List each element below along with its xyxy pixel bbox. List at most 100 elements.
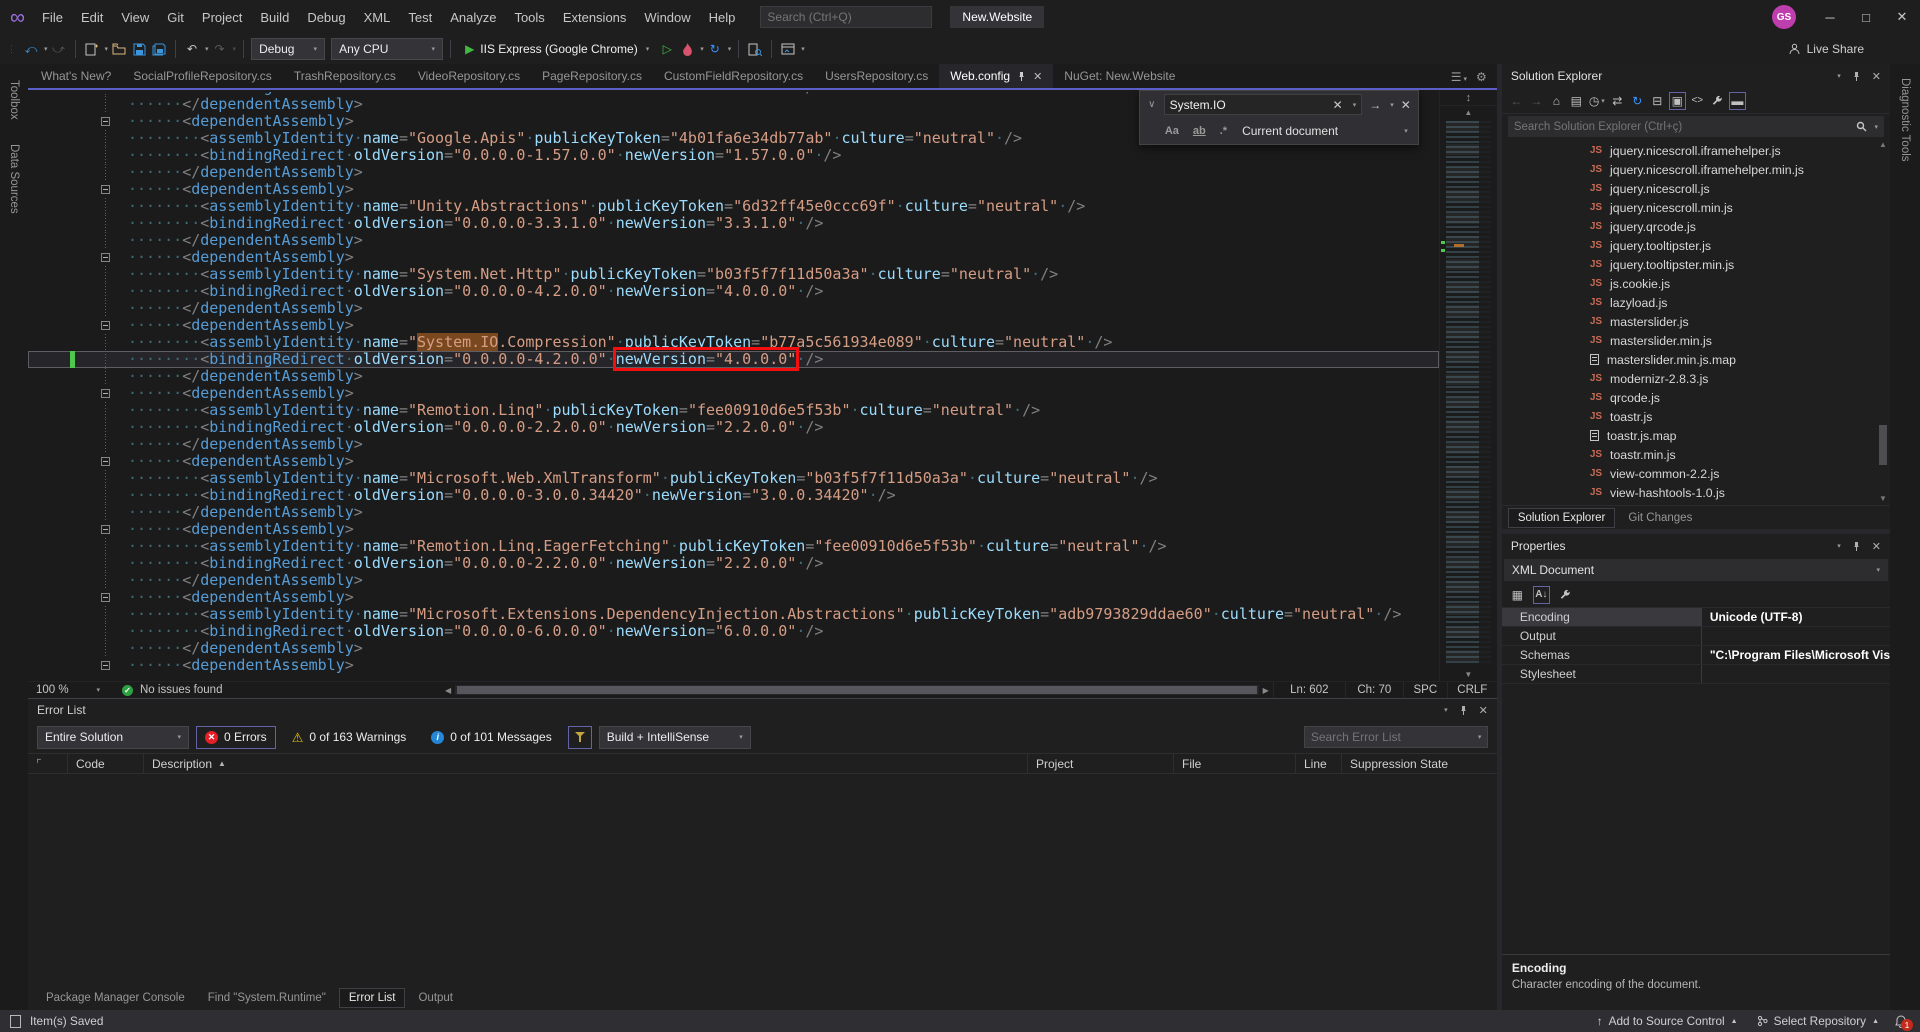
property-row-schemas[interactable]: Schemas"C:\Program Files\Microsoft Vis bbox=[1502, 646, 1890, 665]
code-line[interactable]: ········<bindingRedirect·oldVersion="0.0… bbox=[28, 487, 1439, 504]
column-header-suppression-state[interactable]: Suppression State bbox=[1342, 754, 1497, 773]
side-tab-data-sources[interactable]: Data Sources bbox=[8, 134, 20, 224]
menu-edit[interactable]: Edit bbox=[72, 7, 112, 28]
find-input-box[interactable]: ✕ ▾ bbox=[1164, 94, 1363, 115]
spaces-indicator[interactable]: SPC bbox=[1403, 682, 1447, 698]
properties-titlebar[interactable]: Properties ▾ ✕ bbox=[1502, 534, 1890, 558]
menu-debug[interactable]: Debug bbox=[298, 7, 354, 28]
hscroll-thumb[interactable] bbox=[457, 686, 1257, 694]
minimap-content[interactable] bbox=[1446, 121, 1491, 666]
warnings-filter-button[interactable]: ⚠ 0 of 163 Warnings bbox=[283, 726, 416, 749]
panel-tab-package-manager-console[interactable]: Package Manager Console bbox=[36, 988, 195, 1008]
solution-configuration-dropdown[interactable]: Debug▾ bbox=[251, 38, 325, 60]
scroll-down-icon[interactable]: ▼ bbox=[1876, 494, 1890, 503]
alphabetical-sort-icon[interactable]: A↓ bbox=[1533, 586, 1550, 604]
property-value[interactable]: "C:\Program Files\Microsoft Vis bbox=[1702, 646, 1890, 664]
menu-build[interactable]: Build bbox=[251, 7, 298, 28]
tree-item-lazyload-js[interactable]: JSlazyload.js bbox=[1502, 293, 1890, 312]
code-line[interactable]: ········<bindingRedirect·oldVersion="0.0… bbox=[28, 419, 1439, 436]
code-line[interactable]: ······<dependentAssembly> bbox=[28, 317, 1439, 334]
tree-item-jquery-nicescroll-iframehelper-min-js[interactable]: JSjquery.nicescroll.iframehelper.min.js bbox=[1502, 160, 1890, 179]
solution-search-input[interactable] bbox=[1514, 121, 1852, 133]
scroll-down-icon[interactable]: ▼ bbox=[1440, 668, 1497, 681]
tree-item-modernizr-2-8-3-js[interactable]: JSmodernizr-2.8.3.js bbox=[1502, 369, 1890, 388]
tree-item-js-cookie-js[interactable]: JSjs.cookie.js bbox=[1502, 274, 1890, 293]
home-icon[interactable]: ⌂ bbox=[1548, 92, 1565, 110]
save-icon[interactable] bbox=[130, 38, 148, 60]
close-panel-icon[interactable]: ✕ bbox=[1872, 540, 1881, 553]
tree-item-toastr-min-js[interactable]: JStoastr.min.js bbox=[1502, 445, 1890, 464]
messages-filter-button[interactable]: i 0 of 101 Messages bbox=[422, 726, 560, 749]
close-find-icon[interactable]: ✕ bbox=[1398, 98, 1414, 112]
code-line[interactable]: ········<assemblyIdentity·name="Microsof… bbox=[28, 606, 1439, 623]
property-value[interactable] bbox=[1702, 627, 1890, 645]
se-tab-solution-explorer[interactable]: Solution Explorer bbox=[1508, 508, 1616, 528]
match-case-toggle[interactable]: Aa bbox=[1160, 125, 1184, 137]
find-input[interactable] bbox=[1170, 98, 1325, 112]
code-line[interactable]: ········<assemblyIdentity·name="Remotion… bbox=[28, 538, 1439, 555]
code-line[interactable]: ········<assemblyIdentity·name="System.I… bbox=[28, 334, 1439, 351]
code-line[interactable]: ········<assemblyIdentity·name="System.N… bbox=[28, 266, 1439, 283]
quick-search-box[interactable] bbox=[760, 6, 932, 28]
close-panel-icon[interactable]: ✕ bbox=[1479, 704, 1488, 717]
split-editor-handle[interactable]: ↕ bbox=[1440, 90, 1497, 106]
code-line[interactable]: ······</dependentAssembly> bbox=[28, 164, 1439, 181]
clear-find-icon[interactable]: ✕ bbox=[1330, 98, 1346, 112]
solution-search-box[interactable]: ▾ bbox=[1508, 116, 1884, 137]
solution-platform-dropdown[interactable]: Any CPU▾ bbox=[331, 38, 443, 60]
regex-toggle[interactable]: .* bbox=[1215, 125, 1232, 137]
tab-trashrepository-cs[interactable]: TrashRepository.cs bbox=[283, 64, 407, 88]
navigate-back-icon[interactable]: ⤺ bbox=[22, 38, 40, 60]
tab-videorepository-cs[interactable]: VideoRepository.cs bbox=[407, 64, 531, 88]
view-code-icon[interactable]: <> bbox=[1689, 92, 1706, 110]
fold-collapse-icon[interactable] bbox=[94, 181, 116, 198]
code-line[interactable]: ······<dependentAssembly> bbox=[28, 181, 1439, 198]
severity-column-header[interactable]: ⌜ bbox=[28, 754, 68, 773]
tree-item-jquery-nicescroll-min-js[interactable]: JSjquery.nicescroll.min.js bbox=[1502, 198, 1890, 217]
code-line[interactable]: ······</dependentAssembly> bbox=[28, 640, 1439, 657]
pin-icon[interactable] bbox=[1852, 541, 1861, 552]
code-line[interactable]: ········<bindingRedirect·oldVersion="0.0… bbox=[28, 215, 1439, 232]
find-history-dropdown[interactable]: ▾ bbox=[1353, 101, 1357, 109]
expand-replace-chevron-icon[interactable]: ∨ bbox=[1144, 99, 1160, 110]
code-line[interactable]: ······<dependentAssembly> bbox=[28, 249, 1439, 266]
panel-tab-find-system-runtime[interactable]: Find "System.Runtime" bbox=[198, 988, 336, 1008]
column-header-project[interactable]: Project bbox=[1028, 754, 1174, 773]
start-debugging-button[interactable]: ▶ IIS Express (Google Chrome) ▾ bbox=[458, 42, 656, 56]
hot-reload-dropdown[interactable]: ▾ bbox=[700, 45, 704, 53]
menu-file[interactable]: File bbox=[33, 7, 72, 28]
back-icon[interactable]: ← bbox=[1508, 92, 1525, 110]
toolbar-overflow-dropdown[interactable]: ▾ bbox=[801, 45, 805, 53]
notifications-bell-icon[interactable]: 1 bbox=[1892, 1013, 1910, 1029]
tab-socialprofilerepository-cs[interactable]: SocialProfileRepository.cs bbox=[122, 64, 283, 88]
close-panel-icon[interactable]: ✕ bbox=[1872, 70, 1881, 83]
code-line[interactable]: ······</dependentAssembly> bbox=[28, 572, 1439, 589]
preview-selected-items-icon[interactable]: ▬ bbox=[1729, 92, 1746, 110]
column-header-code[interactable]: Code bbox=[68, 754, 144, 773]
fold-collapse-icon[interactable] bbox=[94, 453, 116, 470]
quick-search-input[interactable] bbox=[767, 10, 922, 24]
errors-filter-button[interactable]: ✕ 0 Errors bbox=[196, 726, 276, 749]
tab-usersrepository-cs[interactable]: UsersRepository.cs bbox=[814, 64, 939, 88]
menu-window[interactable]: Window bbox=[635, 7, 699, 28]
find-next-icon[interactable]: → bbox=[1366, 98, 1384, 112]
code-line[interactable]: ········<bindingRedirect·oldVersion="0.0… bbox=[28, 623, 1439, 640]
window-position-dropdown[interactable]: ▾ bbox=[1444, 706, 1448, 714]
code-line[interactable]: ······<dependentAssembly> bbox=[28, 589, 1439, 606]
menu-xml[interactable]: XML bbox=[355, 7, 400, 28]
tree-item-toastr-js-map[interactable]: toastr.js.map bbox=[1502, 426, 1890, 445]
column-header-file[interactable]: File bbox=[1174, 754, 1296, 773]
error-list-body[interactable] bbox=[28, 774, 1497, 986]
live-share-button[interactable]: Live Share bbox=[1788, 42, 1864, 56]
scroll-thumb[interactable] bbox=[1879, 425, 1887, 465]
redo-icon[interactable]: ↷ bbox=[211, 38, 229, 60]
save-all-icon[interactable] bbox=[150, 38, 168, 60]
property-value[interactable] bbox=[1702, 665, 1890, 683]
error-scope-dropdown[interactable]: Entire Solution▾ bbox=[37, 726, 189, 749]
fold-collapse-icon[interactable] bbox=[94, 589, 116, 606]
scroll-up-icon[interactable]: ▲ bbox=[1440, 106, 1497, 119]
error-list-titlebar[interactable]: Error List ▾ ✕ bbox=[28, 699, 1497, 721]
select-repository-button[interactable]: Select Repository ▲ bbox=[1751, 1014, 1885, 1028]
minimize-button[interactable]: ─ bbox=[1812, 0, 1848, 34]
window-position-dropdown[interactable]: ▾ bbox=[1837, 72, 1841, 80]
